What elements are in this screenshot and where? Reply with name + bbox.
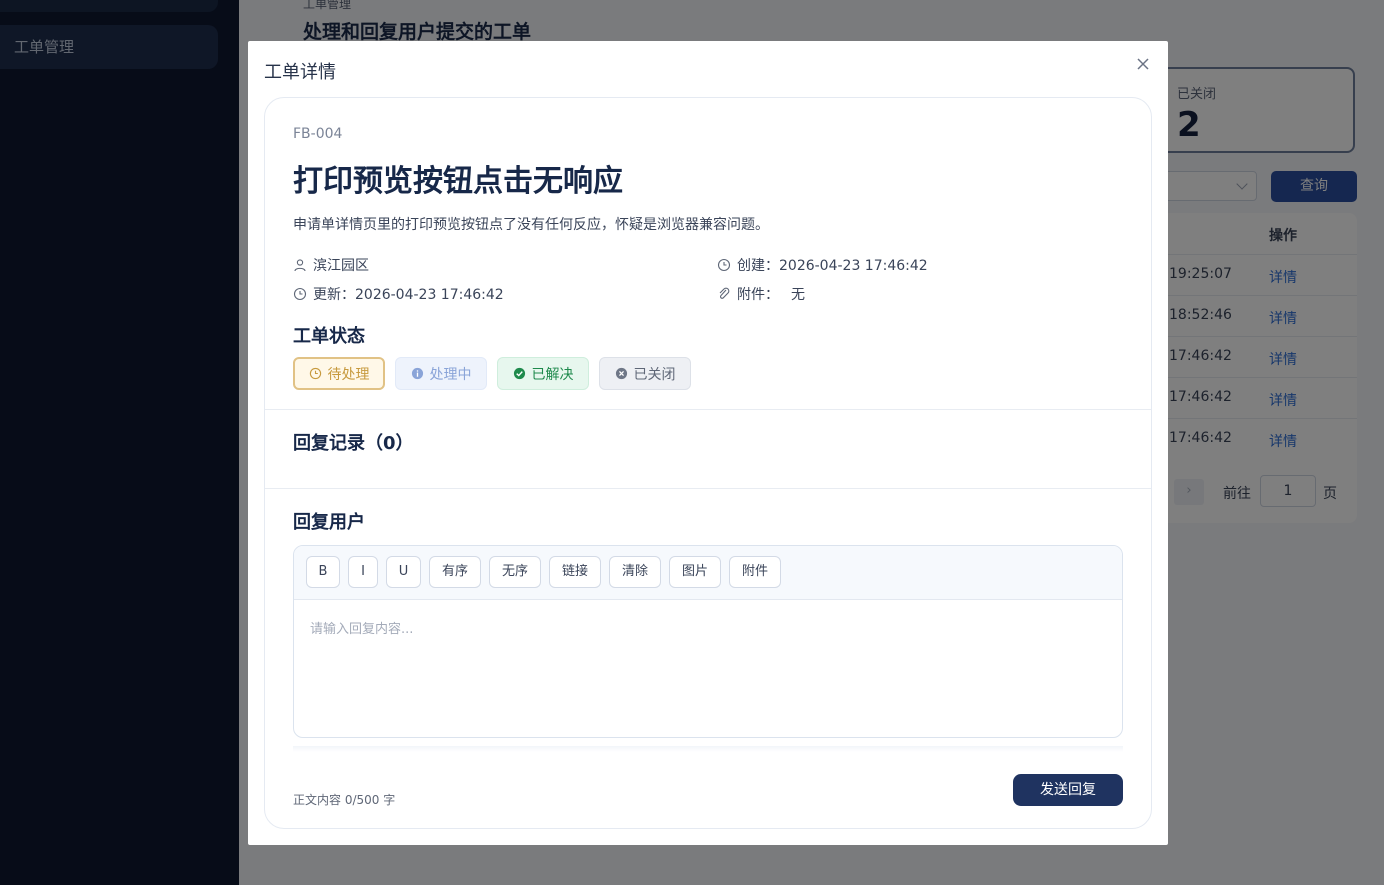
ticket-card: FB-004 打印预览按钮点击无响应 申请单详情页里的打印预览按钮点了没有任何反… (264, 97, 1152, 829)
attachment-value: 无 (791, 287, 805, 303)
clock-icon (717, 258, 731, 272)
ticket-title: 打印预览按钮点击无响应 (293, 164, 623, 199)
ticket-attachment: 附件： 无 (717, 284, 805, 304)
ticket-description: 申请单详情页里的打印预览按钮点了没有任何反应，怀疑是浏览器兼容问题。 (293, 217, 769, 233)
ticket-location: 滨江园区 (293, 255, 369, 275)
unordered-list-button[interactable]: 无序 (489, 556, 541, 588)
status-option-label: 已解决 (531, 366, 574, 383)
attachment-label: 附件： (737, 287, 779, 303)
ticket-created: 创建：2026-04-23 17:46:42 (717, 255, 928, 275)
location-text: 滨江园区 (313, 258, 369, 274)
reply-history-title: 回复记录（0） (293, 433, 414, 454)
underline-button[interactable]: U (386, 556, 421, 588)
close-icon[interactable] (1134, 55, 1152, 73)
reply-textarea-placeholder[interactable]: 请输入回复内容... (310, 618, 413, 637)
updated-text: 更新：2026-04-23 17:46:42 (313, 287, 504, 303)
status-option-closed[interactable]: 已关闭 (599, 357, 691, 390)
status-section-title: 工单状态 (293, 326, 365, 347)
divider (265, 409, 1151, 410)
clock-icon (309, 367, 321, 380)
status-option-resolved[interactable]: 已解决 (497, 357, 589, 390)
editor-toolbar: B I U 有序 无序 链接 清除 图片 附件 (294, 546, 1122, 600)
status-option-label: 待处理 (327, 366, 370, 383)
insert-image-button[interactable]: 图片 (669, 556, 721, 588)
char-count: 正文内容 0/500 字 (293, 793, 396, 807)
divider (265, 488, 1151, 489)
italic-button[interactable]: I (348, 556, 378, 588)
send-reply-button[interactable]: 发送回复 (1013, 774, 1123, 806)
reply-editor: B I U 有序 无序 链接 清除 图片 附件 请输入回复内容... (293, 545, 1123, 738)
info-icon (411, 367, 423, 380)
status-option-processing[interactable]: 处理中 (395, 357, 487, 390)
paperclip-icon (719, 287, 730, 299)
ticket-detail-dialog: 工单详情 FB-004 打印预览按钮点击无响应 申请单详情页里的打印预览按钮点了… (248, 41, 1168, 845)
link-button[interactable]: 链接 (549, 556, 601, 588)
insert-attachment-button[interactable]: 附件 (729, 556, 781, 588)
status-option-label: 已关闭 (633, 366, 676, 383)
created-text: 创建：2026-04-23 17:46:42 (737, 258, 928, 274)
editor-shadow (293, 746, 1123, 752)
dialog-title: 工单详情 (264, 62, 336, 83)
close-circle-icon (615, 367, 627, 380)
ordered-list-button[interactable]: 有序 (429, 556, 481, 588)
clear-format-button[interactable]: 清除 (609, 556, 661, 588)
check-circle-icon (513, 367, 525, 380)
status-option-pending[interactable]: 待处理 (293, 357, 385, 390)
user-icon (294, 259, 306, 272)
ticket-updated: 更新：2026-04-23 17:46:42 (293, 284, 504, 304)
clock-icon (293, 287, 307, 301)
reply-form-title: 回复用户 (293, 512, 365, 533)
status-option-label: 处理中 (429, 366, 472, 383)
bold-button[interactable]: B (306, 556, 340, 588)
ticket-id: FB-004 (293, 126, 343, 142)
